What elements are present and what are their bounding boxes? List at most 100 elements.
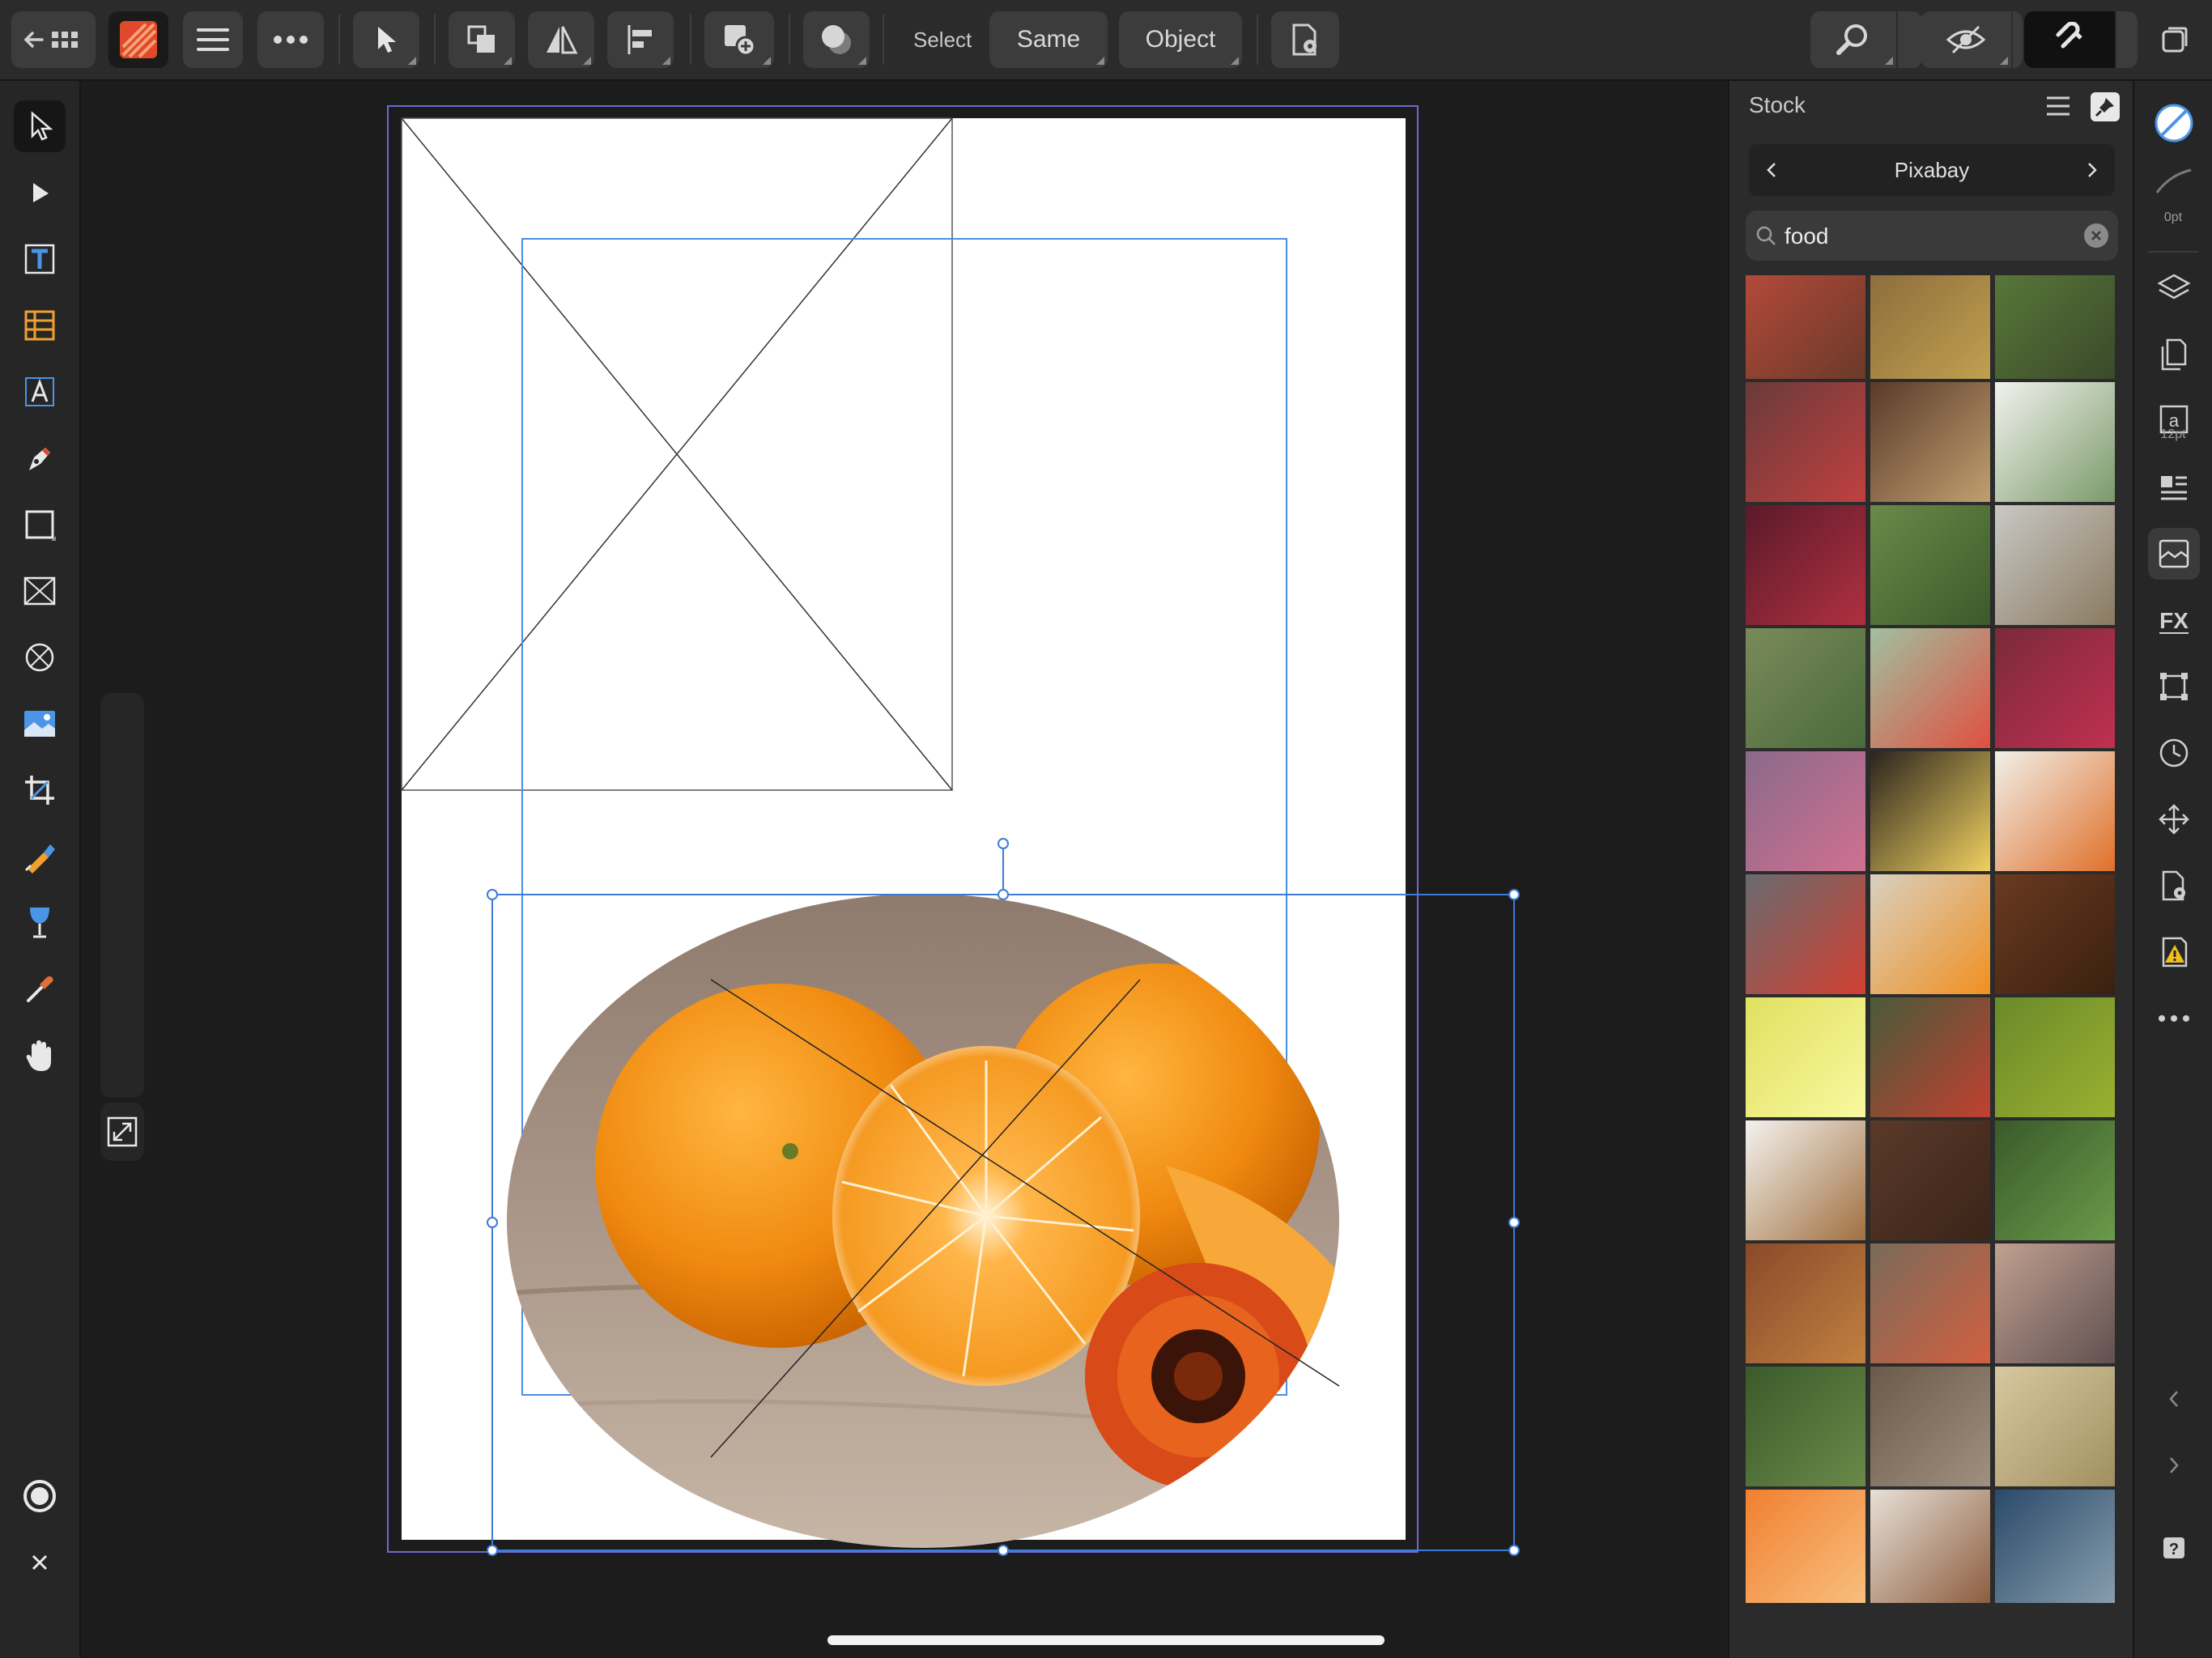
- stock-result-thumbnail[interactable]: [1746, 1490, 1865, 1603]
- preflight-panel-button[interactable]: [2148, 926, 2200, 978]
- navigator-panel-button[interactable]: [2148, 793, 2200, 845]
- resize-handle-bottom-right[interactable]: [1508, 1545, 1520, 1556]
- color-picker-tool[interactable]: [14, 963, 66, 1015]
- oranges-image[interactable]: [486, 882, 1376, 1571]
- resize-handle-left[interactable]: [487, 1217, 498, 1228]
- effects-panel-button[interactable]: FX: [2148, 594, 2200, 646]
- stock-result-thumbnail[interactable]: [1995, 1490, 2115, 1603]
- resize-handle-top-left[interactable]: [487, 889, 498, 900]
- next-provider-button[interactable]: [2076, 154, 2108, 186]
- artistic-text-tool[interactable]: [14, 366, 66, 418]
- resize-handle-bottom-left[interactable]: [487, 1545, 498, 1556]
- text-frame-panel-button[interactable]: [2148, 461, 2200, 513]
- stock-result-thumbnail[interactable]: [1995, 997, 2115, 1117]
- stock-panel-button[interactable]: [2148, 528, 2200, 580]
- panel-menu-button[interactable]: [2044, 94, 2076, 123]
- resource-manager-button[interactable]: [2148, 860, 2200, 912]
- resize-handle-top[interactable]: [998, 889, 1009, 900]
- stock-result-thumbnail[interactable]: [1995, 874, 2115, 994]
- app-persona-button[interactable]: [108, 11, 168, 68]
- stock-result-thumbnail[interactable]: [1870, 628, 1990, 748]
- stock-result-thumbnail[interactable]: [1746, 382, 1865, 502]
- resize-handle-top-right[interactable]: [1508, 889, 1520, 900]
- expand-panels-button[interactable]: [2148, 1439, 2200, 1491]
- stock-result-thumbnail[interactable]: [1746, 1244, 1865, 1363]
- resize-handle-right[interactable]: [1508, 1217, 1520, 1228]
- frame-text-tool[interactable]: [14, 233, 66, 285]
- snapping-menu-button[interactable]: [2116, 11, 2138, 68]
- close-tools-button[interactable]: [14, 1537, 66, 1588]
- stock-result-thumbnail[interactable]: [1995, 1367, 2115, 1486]
- stock-result-thumbnail[interactable]: [1746, 997, 1865, 1117]
- stock-result-thumbnail[interactable]: [1746, 505, 1865, 625]
- snapping-button[interactable]: [2024, 11, 2115, 68]
- select-object-button[interactable]: Object: [1119, 11, 1242, 68]
- stock-result-thumbnail[interactable]: [1746, 1120, 1865, 1240]
- select-same-button[interactable]: Same: [989, 11, 1108, 68]
- transparency-tool[interactable]: [14, 897, 66, 949]
- pin-panel-button[interactable]: [2091, 92, 2120, 121]
- collapse-panels-button[interactable]: [2148, 1373, 2200, 1425]
- stock-result-thumbnail[interactable]: [1995, 505, 2115, 625]
- stock-result-thumbnail[interactable]: [1870, 275, 1990, 379]
- rectangle-tool[interactable]: [14, 499, 66, 551]
- stock-result-thumbnail[interactable]: [1870, 1244, 1990, 1363]
- zoom-menu-button[interactable]: [1898, 11, 1922, 68]
- move-tool[interactable]: [14, 100, 66, 152]
- boolean-add-button[interactable]: [704, 11, 774, 68]
- stock-result-thumbnail[interactable]: [1995, 275, 2115, 379]
- fill-tool[interactable]: [14, 831, 66, 882]
- arrange-button[interactable]: [449, 11, 515, 68]
- stock-result-thumbnail[interactable]: [1746, 275, 1865, 379]
- stock-result-thumbnail[interactable]: [1746, 751, 1865, 871]
- empty-picture-frame[interactable]: [401, 117, 953, 791]
- stock-result-thumbnail[interactable]: [1995, 751, 2115, 871]
- stock-result-thumbnail[interactable]: [1995, 1120, 2115, 1240]
- view-mode-button[interactable]: [1921, 11, 2011, 68]
- stock-result-thumbnail[interactable]: [1995, 628, 2115, 748]
- stock-result-thumbnail[interactable]: [1870, 997, 1990, 1117]
- history-panel-button[interactable]: [2148, 727, 2200, 779]
- selection-mode-button[interactable]: [353, 11, 419, 68]
- stock-result-thumbnail[interactable]: [1870, 505, 1990, 625]
- rotate-handle[interactable]: [998, 838, 1009, 849]
- stock-result-thumbnail[interactable]: [1870, 751, 1990, 871]
- layers-panel-button[interactable]: [2148, 262, 2200, 314]
- resize-handle-bottom[interactable]: [998, 1545, 1009, 1556]
- stock-result-thumbnail[interactable]: [1870, 874, 1990, 994]
- view-tool[interactable]: [14, 1030, 66, 1082]
- stock-result-thumbnail[interactable]: [1995, 1244, 2115, 1363]
- stock-result-thumbnail[interactable]: [1746, 1367, 1865, 1486]
- stock-result-thumbnail[interactable]: [1870, 1490, 1990, 1603]
- window-mode-button[interactable]: [2149, 11, 2201, 68]
- previous-provider-button[interactable]: [1755, 154, 1788, 186]
- transform-panel-button[interactable]: [2148, 661, 2200, 712]
- document-canvas[interactable]: [81, 81, 1726, 1658]
- color-mode-toggle[interactable]: [14, 1470, 66, 1522]
- view-mode-menu[interactable]: [2013, 11, 2023, 68]
- node-tool[interactable]: [14, 167, 66, 219]
- help-button[interactable]: ?: [2148, 1522, 2200, 1574]
- stock-result-thumbnail[interactable]: [1746, 628, 1865, 748]
- more-options-button[interactable]: [257, 11, 324, 68]
- stroke-panel-button[interactable]: [2148, 155, 2200, 207]
- stock-result-thumbnail[interactable]: [1870, 382, 1990, 502]
- stock-result-thumbnail[interactable]: [1746, 874, 1865, 994]
- stock-search-input[interactable]: [1783, 219, 2078, 254]
- document-menu-button[interactable]: [183, 11, 243, 68]
- place-image-tool[interactable]: [14, 698, 66, 750]
- align-button[interactable]: [607, 11, 674, 68]
- table-tool[interactable]: [14, 300, 66, 351]
- picture-frame-tool[interactable]: [14, 565, 66, 617]
- shadow-effect-button[interactable]: [803, 11, 870, 68]
- scale-content-button[interactable]: [100, 1103, 144, 1161]
- document-setup-button[interactable]: [1271, 11, 1339, 68]
- clear-search-button[interactable]: [2084, 223, 2108, 248]
- flip-button[interactable]: [528, 11, 594, 68]
- stock-result-thumbnail[interactable]: [1870, 1367, 1990, 1486]
- stock-result-thumbnail[interactable]: [1870, 1120, 1990, 1240]
- crop-tool[interactable]: [14, 764, 66, 816]
- pages-panel-button[interactable]: [2148, 329, 2200, 380]
- more-panels-button[interactable]: [2148, 993, 2200, 1044]
- back-to-documents-button[interactable]: [11, 11, 96, 68]
